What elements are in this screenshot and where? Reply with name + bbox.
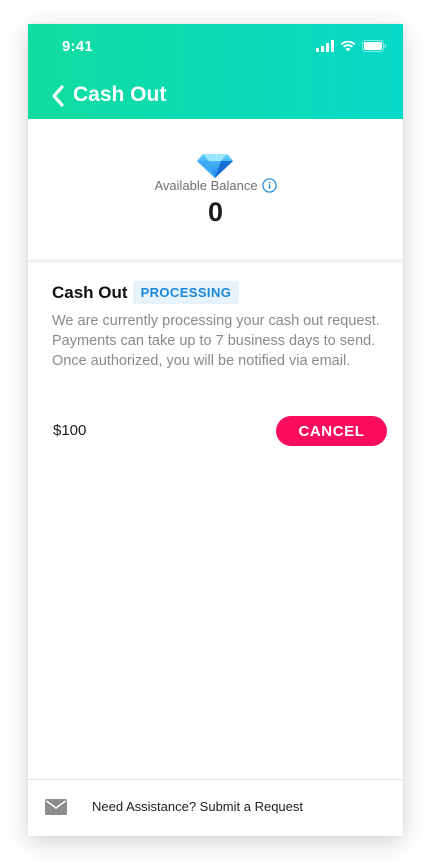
assistance-link[interactable]: Need Assistance? Submit a Request [92, 799, 303, 814]
balance-label-row: Available Balance [28, 178, 403, 193]
cashout-header: Cash Out PROCESSING [52, 281, 240, 304]
balance-section: Available Balance 0 [28, 119, 403, 263]
diamond-icon [197, 154, 233, 178]
phone-screen: 9:41 Cash Out Available Balance 0 Cash O… [28, 24, 403, 836]
info-icon[interactable] [261, 178, 277, 193]
cancel-button[interactable]: CANCEL [276, 416, 387, 446]
chevron-left-icon[interactable] [50, 84, 66, 108]
assistance-footer[interactable]: Need Assistance? Submit a Request [28, 779, 403, 836]
status-time: 9:41 [62, 38, 93, 55]
balance-label: Available Balance [154, 178, 258, 193]
battery-icon [362, 40, 386, 52]
page-title: Cash Out [73, 83, 167, 106]
wifi-icon [340, 40, 356, 52]
cashout-amount: $100 [53, 422, 87, 439]
cashout-description: We are currently processing your cash ou… [52, 313, 380, 369]
balance-value: 0 [207, 197, 224, 227]
mail-icon [45, 799, 67, 815]
status-badge: PROCESSING [132, 281, 240, 304]
status-icons [316, 39, 387, 53]
cashout-title: Cash Out [52, 282, 128, 302]
app-header: 9:41 Cash Out [28, 24, 403, 119]
signal-icon [316, 40, 334, 52]
